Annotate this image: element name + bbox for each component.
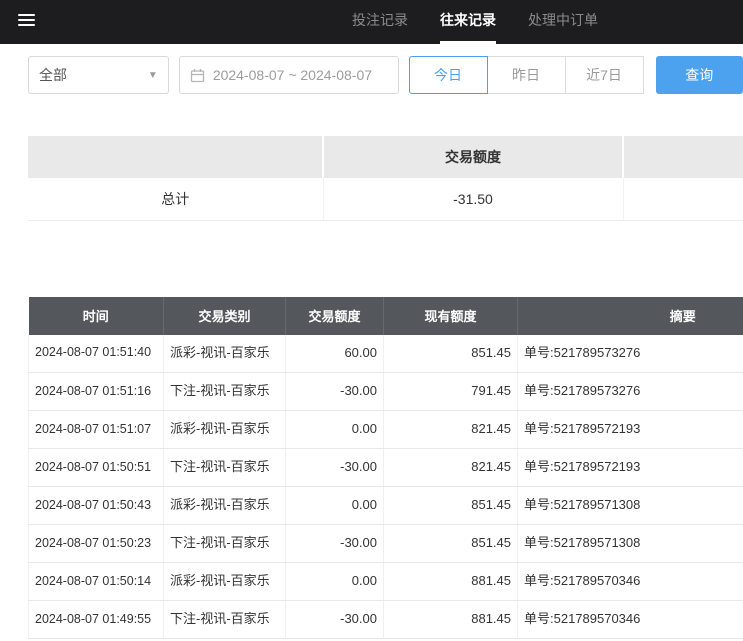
cell-summary: 单号:521789571308 [518, 525, 743, 563]
cell-time: 2024-08-07 01:51:07 [29, 411, 164, 449]
cell-type: 派彩-视讯-百家乐 [164, 487, 286, 525]
cell-type: 派彩-视讯-百家乐 [164, 563, 286, 601]
cell-type: 下注-视讯-百家乐 [164, 373, 286, 411]
nav-tabs: 投注记录往来记录处理中订单 [352, 0, 743, 44]
table-row: 2024-08-07 01:51:16 下注-视讯-百家乐 -30.00 791… [29, 373, 743, 411]
table-row: 2024-08-07 01:51:40 派彩-视讯-百家乐 60.00 851.… [29, 335, 743, 373]
cell-type: 派彩-视讯-百家乐 [164, 411, 286, 449]
cell-time: 2024-08-07 01:49:55 [29, 601, 164, 639]
table-row: 2024-08-07 01:50:14 派彩-视讯-百家乐 0.00 881.4… [29, 563, 743, 601]
top-nav-bar: 投注记录往来记录处理中订单 [0, 0, 743, 44]
quick-filter-button[interactable]: 今日 [409, 56, 488, 94]
summary-total-extra [623, 178, 743, 220]
cell-amount: -30.00 [286, 601, 384, 639]
cell-type: 派彩-视讯-百家乐 [164, 335, 286, 373]
summary-total-amount: -31.50 [323, 178, 623, 220]
cell-amount: 60.00 [286, 335, 384, 373]
quick-filter-group: 今日昨日近7日 [409, 56, 644, 94]
cell-amount: -30.00 [286, 525, 384, 563]
header-amount: 交易额度 [286, 297, 384, 335]
cell-type: 下注-视讯-百家乐 [164, 449, 286, 487]
table-row: 2024-08-07 01:50:51 下注-视讯-百家乐 -30.00 821… [29, 449, 743, 487]
cell-summary: 单号:521789572193 [518, 411, 743, 449]
category-select[interactable]: 全部 ▼ [28, 56, 169, 94]
cell-time: 2024-08-07 01:50:23 [29, 525, 164, 563]
cell-amount: 0.00 [286, 411, 384, 449]
cell-summary: 单号:521789571308 [518, 487, 743, 525]
cell-summary: 单号:521789570346 [518, 563, 743, 601]
cell-amount: -30.00 [286, 449, 384, 487]
header-balance: 现有额度 [384, 297, 518, 335]
category-select-value: 全部 [39, 65, 67, 85]
table-row: 2024-08-07 01:51:07 派彩-视讯-百家乐 0.00 821.4… [29, 411, 743, 449]
summary-header-clipped [623, 136, 743, 178]
table-row: 2024-08-07 01:50:43 派彩-视讯-百家乐 0.00 851.4… [29, 487, 743, 525]
cell-type: 下注-视讯-百家乐 [164, 601, 286, 639]
summary-total-label: 总计 [28, 178, 323, 220]
records-table: 时间 交易类别 交易额度 现有额度 摘要 2024-08-07 01:51:40… [28, 297, 743, 640]
cell-summary: 单号:521789572193 [518, 449, 743, 487]
cell-amount: -30.00 [286, 373, 384, 411]
calendar-icon [190, 68, 205, 83]
cell-balance: 881.45 [384, 601, 518, 639]
date-range-input[interactable]: 2024-08-07 ~ 2024-08-07 [179, 56, 399, 94]
header-type: 交易类别 [164, 297, 286, 335]
cell-time: 2024-08-07 01:50:14 [29, 563, 164, 601]
summary-header-amount: 交易额度 [323, 136, 623, 178]
cell-summary: 单号:521789573276 [518, 373, 743, 411]
quick-filter-button[interactable]: 昨日 [487, 56, 566, 94]
date-range-value: 2024-08-07 ~ 2024-08-07 [213, 67, 372, 83]
summary-header-row: 交易额度 [28, 136, 743, 178]
cell-balance: 851.45 [384, 525, 518, 563]
cell-balance: 851.45 [384, 335, 518, 373]
header-summary: 摘要 [518, 297, 743, 335]
nav-tab[interactable]: 处理中订单 [528, 0, 598, 44]
records-table-body: 2024-08-07 01:51:40 派彩-视讯-百家乐 60.00 851.… [29, 335, 743, 639]
summary-table: 交易额度 总计 -31.50 [28, 136, 743, 221]
cell-time: 2024-08-07 01:50:43 [29, 487, 164, 525]
cell-balance: 791.45 [384, 373, 518, 411]
summary-total-row: 总计 -31.50 [28, 178, 743, 220]
cell-balance: 881.45 [384, 563, 518, 601]
cell-time: 2024-08-07 01:50:51 [29, 449, 164, 487]
cell-amount: 0.00 [286, 487, 384, 525]
cell-summary: 单号:521789570346 [518, 601, 743, 639]
chevron-down-icon: ▼ [148, 70, 158, 81]
cell-summary: 单号:521789573276 [518, 335, 743, 373]
cell-type: 下注-视讯-百家乐 [164, 525, 286, 563]
cell-time: 2024-08-07 01:51:40 [29, 335, 164, 373]
nav-tab[interactable]: 往来记录 [440, 0, 496, 44]
cell-balance: 821.45 [384, 411, 518, 449]
menu-icon[interactable] [18, 14, 35, 29]
quick-filter-button[interactable]: 近7日 [565, 56, 644, 94]
records-header-row: 时间 交易类别 交易额度 现有额度 摘要 [29, 297, 743, 335]
header-time: 时间 [29, 297, 164, 335]
summary-header-blank [28, 136, 323, 178]
cell-balance: 851.45 [384, 487, 518, 525]
table-row: 2024-08-07 01:49:55 下注-视讯-百家乐 -30.00 881… [29, 601, 743, 639]
table-row: 2024-08-07 01:50:23 下注-视讯-百家乐 -30.00 851… [29, 525, 743, 563]
nav-tab[interactable]: 投注记录 [352, 0, 408, 44]
cell-balance: 821.45 [384, 449, 518, 487]
cell-time: 2024-08-07 01:51:16 [29, 373, 164, 411]
filter-bar: 全部 ▼ 2024-08-07 ~ 2024-08-07 今日昨日近7日 查询 [28, 56, 743, 94]
query-button[interactable]: 查询 [656, 56, 743, 94]
cell-amount: 0.00 [286, 563, 384, 601]
